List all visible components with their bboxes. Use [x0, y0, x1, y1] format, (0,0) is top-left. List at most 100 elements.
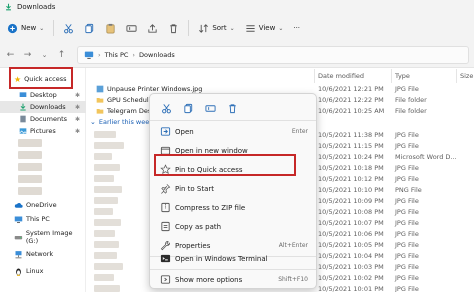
sidebar-item-downloads[interactable]: Downloads ✱ — [0, 101, 86, 113]
file-type: JPG File — [395, 84, 419, 93]
column-divider — [314, 69, 315, 83]
forward-button[interactable]: → — [19, 50, 36, 60]
menu-item-pin-to-start[interactable]: Pin to Start — [154, 179, 314, 198]
blurred-file-name — [94, 153, 112, 160]
context-menu-quick-actions — [156, 100, 312, 116]
chevron-down-icon: ⌄ — [90, 118, 96, 126]
address-bar[interactable]: › This PC › Downloads — [77, 46, 469, 64]
document-icon — [20, 115, 26, 123]
sidebar-item-pictures[interactable]: Pictures ✱ — [0, 125, 86, 137]
rename-icon — [126, 24, 137, 32]
menu-item-label: Show more options — [175, 275, 243, 284]
copy-icon[interactable] — [183, 103, 194, 114]
rename-icon[interactable] — [205, 103, 216, 114]
breadcrumb-separator: › — [98, 51, 101, 59]
copy-button[interactable] — [79, 18, 100, 38]
more-label: ··· — [293, 24, 301, 32]
file-date: 10/5/2021 10:07 PM — [318, 218, 384, 227]
menu-item-show-more-options[interactable]: Show more options Shift+F10 — [154, 270, 314, 289]
file-date: 10/5/2021 10:10 PM — [318, 185, 384, 194]
divider — [53, 20, 55, 36]
blurred-file-name — [94, 230, 115, 237]
file-type: JPG File — [395, 196, 419, 205]
see-more-button[interactable]: ··· — [288, 18, 305, 38]
trash-icon[interactable] — [227, 103, 238, 114]
blurred-file-name — [94, 186, 122, 193]
column-header-size[interactable]: Size — [460, 70, 473, 82]
chevron-down-icon: ⌄ — [39, 24, 45, 32]
blurred-folder — [18, 163, 42, 171]
rename-button[interactable] — [121, 18, 142, 38]
blurred-folder — [18, 151, 42, 159]
pin-icon: ✱ — [74, 103, 80, 111]
sidebar-item-onedrive[interactable]: OneDrive — [0, 199, 86, 211]
menu-item-open[interactable]: Open Enter — [154, 122, 314, 141]
view-button[interactable]: View ⌄ — [240, 18, 289, 38]
file-type: JPG File — [395, 284, 419, 292]
context-menu: Open Enter Open in new window Pin to Qui… — [149, 93, 317, 289]
group-header[interactable]: ⌄ Earlier this wee — [90, 118, 149, 126]
breadcrumb-this-pc[interactable]: This PC — [105, 51, 129, 59]
file-date: 10/5/2021 10:18 PM — [318, 163, 384, 172]
cut-button[interactable] — [58, 18, 79, 38]
linux-penguin-icon — [16, 268, 21, 276]
column-divider — [391, 69, 392, 83]
recent-locations-button[interactable]: ⌄ — [36, 51, 53, 59]
sidebar-item-system-image[interactable]: System Image (G:) — [0, 229, 86, 245]
address-row: ← → ⌄ ↑ › This PC › Downloads — [0, 42, 474, 68]
sidebar-item-label: This PC — [26, 215, 50, 223]
pictures-icon — [19, 128, 27, 134]
up-button[interactable]: ↑ — [53, 50, 70, 60]
blurred-file-name — [94, 285, 120, 292]
sidebar-item-linux[interactable]: Linux — [0, 265, 86, 277]
navigation-pane: ★ Quick access Desktop ✱ Downloads ✱ Doc… — [0, 68, 86, 292]
new-label: New — [21, 24, 37, 32]
shortcut: Alt+Enter — [278, 242, 308, 249]
paste-button[interactable] — [100, 18, 121, 38]
pin-icon: ✱ — [74, 91, 80, 99]
blurred-file-name — [94, 263, 123, 270]
file-type: File folder — [395, 106, 427, 115]
file-type: JPG File — [395, 229, 419, 238]
file-date: 10/5/2021 10:24 PM — [318, 152, 384, 161]
sort-label: Sort — [212, 24, 227, 32]
scissors-icon[interactable] — [161, 103, 172, 114]
file-date: 10/5/2021 10:02 PM — [318, 273, 384, 282]
file-date: 10/6/2021 10:25 AM — [318, 106, 385, 115]
menu-item-label: Copy as path — [175, 222, 222, 231]
breadcrumb-downloads[interactable]: Downloads — [139, 51, 175, 59]
sidebar-item-this-pc[interactable]: This PC — [0, 213, 86, 225]
menu-item-windows-terminal[interactable]: Open in Windows Terminal — [154, 249, 314, 268]
file-date: 10/5/2021 10:04 PM — [318, 251, 384, 260]
terminal-icon — [160, 254, 171, 263]
blurred-file-name — [94, 274, 114, 281]
back-button[interactable]: ← — [2, 50, 19, 60]
scissors-icon — [64, 23, 74, 33]
delete-button[interactable] — [163, 18, 184, 38]
menu-item-copy-as-path[interactable]: Copy as path — [154, 217, 314, 236]
sidebar-item-desktop[interactable]: Desktop ✱ — [0, 89, 86, 101]
group-label: Earlier this wee — [98, 118, 150, 126]
file-type: JPG File — [395, 130, 419, 139]
column-header-date[interactable]: Date modified — [318, 70, 364, 82]
sidebar-item-label: Network — [26, 250, 54, 258]
folder-icon — [96, 108, 104, 114]
sidebar-item-documents[interactable]: Documents ✱ — [0, 113, 86, 125]
menu-item-compress-zip[interactable]: Compress to ZIP file — [154, 198, 314, 217]
pin-icon: ✱ — [74, 115, 80, 123]
view-icon — [246, 24, 255, 32]
file-date: 10/6/2021 12:21 PM — [318, 84, 384, 93]
add-icon — [7, 23, 18, 33]
computer-icon — [14, 216, 23, 223]
zip-icon — [161, 202, 170, 213]
shortcut: Enter — [291, 128, 308, 135]
sort-button[interactable]: Sort ⌄ — [193, 18, 239, 38]
menu-item-label: Open — [175, 127, 194, 136]
share-button[interactable] — [142, 18, 163, 38]
file-explorer-window: Downloads New ⌄ Sort ⌄ View ⌄ ··· ← → ⌄ … — [0, 0, 474, 292]
computer-icon — [84, 51, 94, 59]
new-button[interactable]: New ⌄ — [2, 18, 49, 38]
sidebar-item-network[interactable]: Network — [0, 248, 86, 260]
column-header-type[interactable]: Type — [395, 70, 410, 82]
file-name: Unpause Printer Windows.jpg — [107, 84, 203, 93]
